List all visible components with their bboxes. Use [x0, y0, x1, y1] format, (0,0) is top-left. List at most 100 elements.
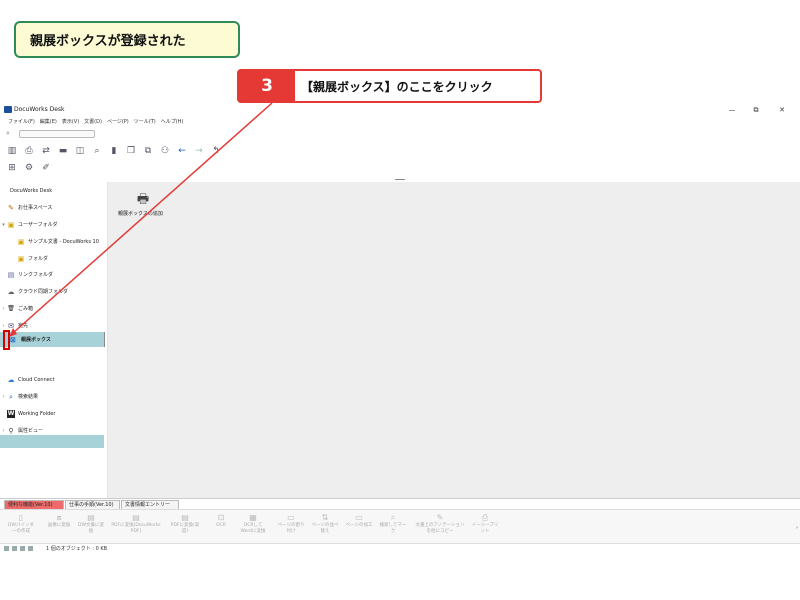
view-list-icon[interactable]	[12, 545, 17, 551]
view-split-icon[interactable]: ◫	[74, 146, 86, 157]
button-label: OCRしてWordに変換	[240, 523, 266, 534]
convert-to-dw-button[interactable]: ▤ DW文書に変換	[76, 513, 106, 535]
menu-document[interactable]: 文書(D)	[84, 118, 102, 125]
sidebar-item-cloud-connect[interactable]: ☁ Cloud Connect	[0, 373, 104, 386]
scroll-right-icon[interactable]: ›	[796, 525, 798, 531]
button-label: ページの並べ替え	[311, 523, 339, 534]
button-label: PDFに変換(高度)	[170, 523, 200, 534]
sidebar-item-label: 属性ビュー	[18, 428, 44, 434]
view-preview-icon[interactable]	[28, 545, 33, 551]
copy-annotation-button[interactable]: ✎ 文書上のアノテーションを他にコピー	[414, 513, 466, 535]
page-layout-button[interactable]: ▭ ページの割り付け	[276, 513, 306, 535]
binder-icon[interactable]: ▥	[6, 146, 18, 157]
trash-icon: 🗑	[7, 304, 15, 312]
back-arrow-icon[interactable]: ←	[176, 146, 188, 157]
secondary-toolbar: ⊞ ⚙ ✐	[0, 161, 100, 175]
search-mark-button[interactable]: ⌕ 検索してマーク	[378, 513, 408, 535]
sidebar-item-docuworks-desk[interactable]: DocuWorks Desk	[0, 184, 104, 197]
layout-icon[interactable]: ▮	[108, 146, 120, 157]
tab-document-info-entry[interactable]: 文書情報エントリー	[121, 500, 179, 509]
sidebar-item-trash[interactable]: › 🗑 ごみ箱	[0, 302, 104, 315]
cloud-icon: ☁	[7, 287, 15, 296]
sidebar-item-label: リンクフォルダ	[18, 272, 54, 278]
step-callout: 3 【親展ボックス】のここをクリック	[237, 69, 542, 103]
filter-funnel-icon: ⚲	[8, 426, 14, 435]
sort-icon[interactable]: ⊞	[6, 163, 18, 174]
close-button[interactable]: ✕	[772, 104, 792, 116]
sidebar-item-user-folder[interactable]: ▾ ▣ ユーザーフォルダ	[0, 218, 104, 231]
menu-help[interactable]: ヘルプ(H)	[161, 118, 184, 125]
chevron-down-icon[interactable]: ▾	[0, 222, 7, 228]
user-icon[interactable]: ⚇	[159, 146, 171, 157]
convert-icon[interactable]: ⇄	[40, 146, 52, 157]
convert-to-pdf-advanced-button[interactable]: ▤ PDFに変換(高度)	[170, 513, 200, 535]
sidebar-item-working-folder[interactable]: W Working Folder	[0, 407, 104, 420]
sidebar-item-sample-docs[interactable]: ▣ サンプル文書 - DocuWorks 10	[0, 235, 104, 248]
sidebar-item-link-folder[interactable]: ▤ リンクフォルダ	[0, 268, 104, 281]
print-icon[interactable]: ⎙	[23, 146, 35, 157]
convert-to-dw-pdf-button[interactable]: ▤ PDFに変換(DocuWorks PDF)	[110, 513, 162, 535]
sidebar-item-search-results[interactable]: › ⌕ 検索結果	[0, 390, 104, 403]
sidebar-item-attribute-view[interactable]: › ⚲ 属性ビュー	[0, 424, 104, 437]
search-input[interactable]	[19, 130, 95, 138]
view-single-icon[interactable]: ▬	[57, 146, 69, 157]
zoom-icon[interactable]: ⌕	[91, 146, 103, 157]
selection-edge	[104, 332, 105, 347]
page-edit-button[interactable]: ▭ ページの加工	[344, 513, 374, 529]
app-logo-icon	[4, 106, 12, 113]
restore-button[interactable]: ⧉	[746, 104, 766, 116]
menu-file[interactable]: ファイル(F)	[8, 118, 35, 125]
app-window: DocuWorks Desk — ⧉ ✕ ファイル(F) 編集(E) 表示(V)…	[0, 103, 800, 555]
create-binder-button[interactable]: ▯ DWバインダーの作成	[6, 513, 36, 535]
brush-icon[interactable]: ✐	[40, 163, 52, 174]
sidebar-item-destination[interactable]: › ✉ 宛先	[0, 319, 104, 332]
sidebar-item-label: DocuWorks Desk	[10, 187, 53, 194]
click-target-highlight	[3, 330, 10, 350]
convert-to-image-button[interactable]: ⧈ 画像に変換	[44, 513, 74, 529]
sidebar-item-cloud-sync-folder[interactable]: ☁ クラウド同期フォルダ	[0, 285, 104, 298]
splitter-handle[interactable]	[395, 179, 405, 180]
sidebar-item-label: サンプル文書 - DocuWorks 10	[28, 239, 99, 245]
minimize-button[interactable]: —	[722, 104, 742, 116]
button-label: 画像に変換	[47, 523, 71, 528]
workspace-icon: ✎	[8, 203, 14, 212]
search-results-icon: ⌕	[9, 392, 13, 401]
button-label: ページの割り付け	[277, 523, 305, 534]
chevron-right-icon[interactable]: ›	[0, 394, 7, 400]
up-folder-icon[interactable]: ↰	[210, 146, 222, 157]
sidebar-item-work-space[interactable]: ✎ お仕事スペース	[0, 201, 104, 214]
ocr-to-word-button[interactable]: ▦ OCRしてWordに変換	[238, 513, 268, 535]
copy-icon[interactable]: ❐	[125, 146, 137, 157]
folder-icon: ▣	[7, 220, 15, 229]
main-toolbar: ▥ ⎙ ⇄ ▬ ◫ ⌕ ▮ ❐ ⧉ ⚇ ← → ↰	[0, 143, 260, 159]
menu-view[interactable]: 表示(V)	[62, 118, 79, 125]
add-confidential-box-item[interactable]: 🖶 親展ボックスの追加	[118, 192, 168, 232]
chevron-right-icon[interactable]: ›	[0, 323, 7, 329]
step-instruction: 【親展ボックス】のここをクリック	[301, 79, 493, 94]
view-thumbnail-icon[interactable]	[4, 545, 9, 551]
tab-work-steps[interactable]: 仕事の手順(Ver.10)	[65, 500, 120, 509]
sidebar-item-label: 宛先	[18, 323, 29, 329]
step-number: 3	[239, 71, 295, 101]
duplicate-icon[interactable]: ⧉	[142, 146, 154, 157]
bottom-tabs: 便利な機能(Ver.10) 仕事の手順(Ver.10) 文書情報エントリー	[0, 498, 800, 509]
mail-icon: ✉	[8, 321, 14, 330]
menu-page[interactable]: ページ(P)	[107, 118, 129, 125]
menu-edit[interactable]: 編集(E)	[40, 118, 57, 125]
sidebar-item-folder[interactable]: ▣ フォルダ	[0, 252, 104, 265]
tab-useful-features[interactable]: 便利な機能(Ver.10)	[4, 500, 64, 509]
chevron-right-icon[interactable]: ›	[0, 306, 7, 312]
forward-arrow-icon[interactable]: →	[193, 146, 205, 157]
page-reorder-button[interactable]: ⇅ ページの並べ替え	[310, 513, 340, 535]
view-detail-icon[interactable]	[20, 545, 25, 551]
sidebar-item-label: クラウド同期フォルダ	[18, 289, 69, 295]
sidebar-item-confidential-box[interactable]: ⊠ 親展ボックス	[0, 332, 104, 347]
chevron-right-icon[interactable]: ›	[0, 428, 7, 434]
ocr-button[interactable]: ⊡ OCR	[206, 513, 236, 529]
easy-print-button[interactable]: ⎙ イージープリント	[470, 513, 500, 535]
printer-icon: ⎙	[481, 513, 489, 522]
menu-tools[interactable]: ツール(T)	[134, 118, 156, 125]
filter-icon[interactable]: ⚙	[23, 163, 35, 174]
word-icon: ▦	[249, 513, 257, 522]
sidebar-item-label: Working Folder	[18, 410, 56, 417]
